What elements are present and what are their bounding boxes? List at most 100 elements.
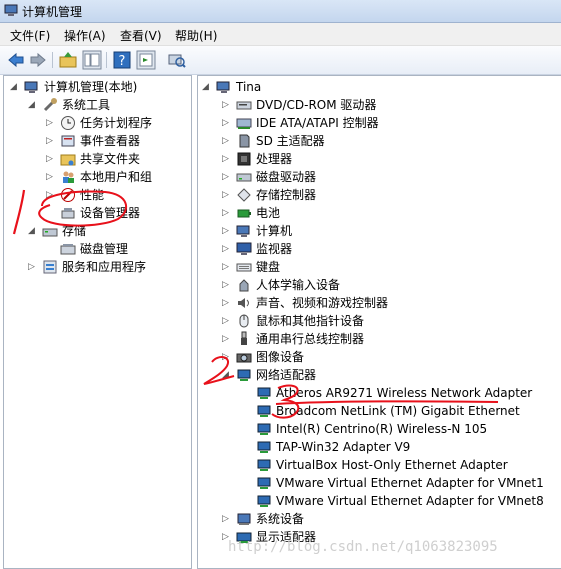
device-category[interactable]: ▷ 图像设备 <box>198 348 561 366</box>
expand-arrow-icon[interactable]: ▷ <box>222 312 232 330</box>
adapter-icon <box>256 457 272 473</box>
device-category[interactable]: ▷ 鼠标和其他指针设备 <box>198 312 561 330</box>
network-adapter-item[interactable]: TAP-Win32 Adapter V9 <box>198 438 561 456</box>
network-adapter-item[interactable]: VMware Virtual Ethernet Adapter for VMne… <box>198 492 561 510</box>
tree-item[interactable]: ▷ 事件查看器 <box>4 132 191 150</box>
device-category[interactable]: ▷ 通用串行总线控制器 <box>198 330 561 348</box>
toolbar: ? <box>0 46 561 75</box>
tree-item[interactable]: 磁盘管理 <box>4 240 191 258</box>
title-bar: 计算机管理 <box>0 0 561 23</box>
processor-icon <box>236 151 252 167</box>
back-icon[interactable] <box>6 50 26 70</box>
expand-arrow-icon[interactable]: ▷ <box>222 150 232 168</box>
help-icon[interactable]: ? <box>112 50 132 70</box>
device-category[interactable]: ▷ 声音、视频和游戏控制器 <box>198 294 561 312</box>
system-device-icon <box>236 511 252 527</box>
device-category[interactable]: ▷ 存储控制器 <box>198 186 561 204</box>
device-category[interactable]: ▷ 计算机 <box>198 222 561 240</box>
device-tree-root-label: Tina <box>236 80 262 94</box>
tree-item[interactable]: ▷ 共享文件夹 <box>4 150 191 168</box>
expand-arrow-icon[interactable]: ▷ <box>222 222 232 240</box>
console-tree-pane[interactable]: ◢ 计算机管理(本地) ◢ 系统工具 ▷ 任务计划程序 ▷ 事件查看器 ▷ 共享文件夹 ▷ 本地用户和… <box>3 75 192 569</box>
expand-arrow-icon[interactable]: ▷ <box>222 240 232 258</box>
toolbar-separator <box>106 52 107 68</box>
expand-arrow-icon[interactable]: ▷ <box>222 276 232 294</box>
device-category[interactable]: ▷ DVD/CD-ROM 驱动器 <box>198 96 561 114</box>
expand-arrow-icon[interactable]: ▷ <box>28 258 38 276</box>
device-tree-pane[interactable]: ◢ Tina ▷ DVD/CD-ROM 驱动器 ▷ IDE ATA/ATAPI 控制器 ▷ S… <box>197 75 561 569</box>
tree-item[interactable]: 设备管理器 <box>4 204 191 222</box>
tree-item[interactable]: ▷ 本地用户和组 <box>4 168 191 186</box>
expand-arrow-icon[interactable]: ▷ <box>222 96 232 114</box>
adapter-icon <box>256 403 272 419</box>
collapse-arrow-icon[interactable]: ◢ <box>202 78 212 96</box>
expand-arrow-icon[interactable]: ▷ <box>222 168 232 186</box>
network-adapter-item[interactable]: Broadcom NetLink (TM) Gigabit Ethernet <box>198 402 561 420</box>
menu-view[interactable]: 查看(V) <box>120 27 162 44</box>
expand-arrow-icon[interactable]: ▷ <box>222 294 232 312</box>
computer-mgmt-icon <box>24 79 40 95</box>
adapter-icon <box>256 385 272 401</box>
expand-arrow-icon[interactable]: ▷ <box>222 348 232 366</box>
network-adapter-item[interactable]: Atheros AR9271 Wireless Network Adapter <box>198 384 561 402</box>
network-adapter-item-label: TAP-Win32 Adapter V9 <box>276 440 411 454</box>
device-category-label: 处理器 <box>256 152 293 166</box>
menu-help[interactable]: 帮助(H) <box>175 27 217 44</box>
tree-item-label: 任务计划程序 <box>80 116 153 130</box>
collapse-arrow-icon[interactable]: ◢ <box>222 366 232 384</box>
device-category-network[interactable]: ◢ 网络适配器 <box>198 366 561 384</box>
monitor-icon <box>236 241 252 257</box>
expand-arrow-icon[interactable]: ▷ <box>222 510 232 528</box>
network-adapter-item[interactable]: VirtualBox Host-Only Ethernet Adapter <box>198 456 561 474</box>
device-category[interactable]: ▷ SD 主适配器 <box>198 132 561 150</box>
collapse-arrow-icon[interactable]: ◢ <box>10 78 20 96</box>
show-hide-tree-icon[interactable] <box>82 50 102 70</box>
expand-arrow-icon[interactable]: ▷ <box>222 258 232 276</box>
tree-item[interactable]: ▷ 性能 <box>4 186 191 204</box>
network-adapter-item[interactable]: Intel(R) Centrino(R) Wireless-N 105 <box>198 420 561 438</box>
adapter-icon <box>256 439 272 455</box>
device-tree-root[interactable]: ◢ Tina <box>198 78 561 96</box>
tree-item[interactable]: ◢ 计算机管理(本地) <box>4 78 191 96</box>
collapse-arrow-icon[interactable]: ◢ <box>28 96 38 114</box>
expand-arrow-icon[interactable]: ▷ <box>222 204 232 222</box>
expand-arrow-icon[interactable]: ▷ <box>222 330 232 348</box>
device-category[interactable]: ▷ 磁盘驱动器 <box>198 168 561 186</box>
device-category[interactable]: ▷ 处理器 <box>198 150 561 168</box>
expand-arrow-icon[interactable]: ▷ <box>46 168 56 186</box>
tree-item[interactable]: ◢ 系统工具 <box>4 96 191 114</box>
expand-arrow-icon[interactable]: ▷ <box>222 186 232 204</box>
expand-arrow-icon[interactable]: ▷ <box>222 114 232 132</box>
computer-management-icon <box>4 4 18 16</box>
tree-item[interactable]: ▷ 服务和应用程序 <box>4 258 191 276</box>
performance-icon <box>60 187 76 203</box>
menu-file[interactable]: 文件(F) <box>10 27 50 44</box>
expand-arrow-icon[interactable]: ▷ <box>46 150 56 168</box>
network-adapter-item[interactable]: VMware Virtual Ethernet Adapter for VMne… <box>198 474 561 492</box>
tree-item-label: 设备管理器 <box>80 206 141 220</box>
expand-arrow-icon[interactable]: ▷ <box>46 114 56 132</box>
device-category[interactable]: ▷ 电池 <box>198 204 561 222</box>
forward-icon[interactable] <box>28 50 48 70</box>
expand-arrow-icon[interactable]: ▷ <box>46 186 56 204</box>
device-category-label: IDE ATA/ATAPI 控制器 <box>256 116 379 130</box>
device-category[interactable]: ▷ 键盘 <box>198 258 561 276</box>
up-folder-icon[interactable] <box>58 50 78 70</box>
properties-icon[interactable] <box>136 50 156 70</box>
expand-arrow-icon[interactable]: ▷ <box>222 132 232 150</box>
tree-item[interactable]: ▷ 任务计划程序 <box>4 114 191 132</box>
device-category[interactable]: ▷ 监视器 <box>198 240 561 258</box>
device-category[interactable]: ▷ 人体学输入设备 <box>198 276 561 294</box>
device-category-label: 磁盘驱动器 <box>256 170 317 184</box>
tree-item[interactable]: ◢ 存储 <box>4 222 191 240</box>
scan-hardware-icon[interactable] <box>166 50 186 70</box>
network-adapter-item-label: VMware Virtual Ethernet Adapter for VMne… <box>276 476 544 490</box>
network-adapter-item-label: VirtualBox Host-Only Ethernet Adapter <box>276 458 508 472</box>
collapse-arrow-icon[interactable]: ◢ <box>28 222 38 240</box>
menu-action[interactable]: 操作(A) <box>64 27 106 44</box>
device-category-label: 监视器 <box>256 242 293 256</box>
tree-item-label: 存储 <box>62 224 87 238</box>
expand-arrow-icon[interactable]: ▷ <box>46 132 56 150</box>
device-category[interactable]: ▷ 系统设备 <box>198 510 561 528</box>
device-category[interactable]: ▷ IDE ATA/ATAPI 控制器 <box>198 114 561 132</box>
